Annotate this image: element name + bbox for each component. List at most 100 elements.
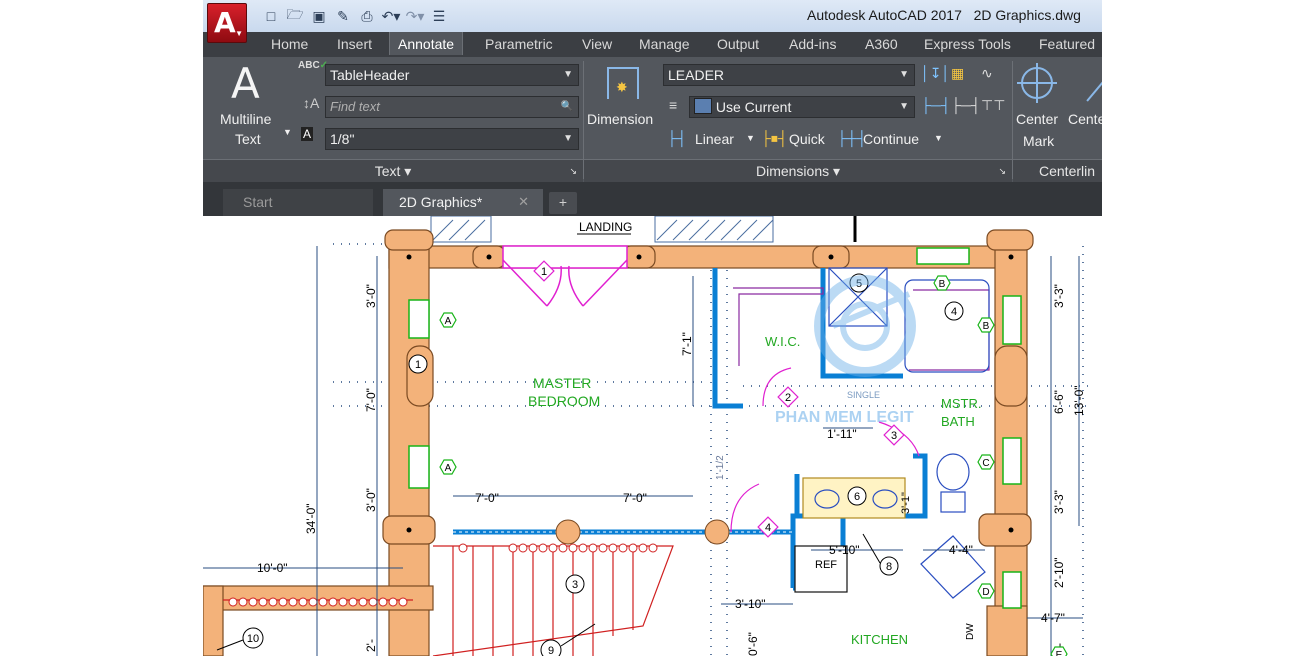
tab-view[interactable]: View xyxy=(582,36,612,52)
find-text-input[interactable]: Find text 🔍 xyxy=(325,96,579,118)
undo-icon[interactable]: ↶▾ xyxy=(381,7,401,25)
tab-home[interactable]: Home xyxy=(271,36,308,52)
save-icon[interactable]: ▣ xyxy=(309,7,329,25)
text-style-dropdown[interactable]: TableHeader ▼ xyxy=(325,64,579,86)
quick-label[interactable]: Quick xyxy=(789,131,825,147)
text-size-icon[interactable]: ↕A xyxy=(303,95,319,111)
tag-circle-1: 1 xyxy=(415,359,421,371)
check-spelling-icon[interactable]: ABC✓ xyxy=(298,60,328,71)
dim-3-0-a: 3'-0" xyxy=(364,284,378,308)
tab-start[interactable]: Start xyxy=(223,189,373,216)
dim-inspect-icon[interactable]: ⊤⊤ xyxy=(981,97,1005,114)
dim-layer-icon[interactable]: ≡ xyxy=(669,97,677,113)
room-landing: LANDING xyxy=(579,220,632,234)
find-replace-icon[interactable]: 🔍 xyxy=(561,97,573,117)
new-icon[interactable]: □ xyxy=(261,7,281,25)
dialog-launcher-icon[interactable]: ↘ xyxy=(569,160,577,182)
text-panel-footer[interactable]: Text ▾ ↘ xyxy=(203,159,583,182)
plus-icon: + xyxy=(558,194,568,210)
centerline-label[interactable]: Cente xyxy=(1068,111,1102,127)
tab-insert[interactable]: Insert xyxy=(337,36,372,52)
dimension-label[interactable]: Dimension xyxy=(587,111,653,127)
plot-icon[interactable]: ⎙ xyxy=(357,7,377,25)
hex-e: E xyxy=(1056,650,1063,656)
tag-1: 1 xyxy=(541,266,547,278)
dim-0-6: 0'-6" xyxy=(746,632,760,656)
dim-tool-icon[interactable]: │↧│ xyxy=(921,65,950,82)
tab-start-label: Start xyxy=(243,194,273,210)
dim-break-icon[interactable]: ▦ xyxy=(951,65,964,82)
dimensions-panel-title: Dimensions xyxy=(755,163,830,179)
tab-add-ins[interactable]: Add-ins xyxy=(789,36,836,52)
tab-featured[interactable]: Featured xyxy=(1039,36,1095,52)
chevron-down-icon: ▼ xyxy=(235,29,243,38)
redo-icon[interactable]: ↷▾ xyxy=(405,7,425,25)
text-height-icon[interactable]: A xyxy=(301,127,314,141)
quick-dim-icon[interactable]: ├⏹┤ xyxy=(761,130,788,147)
tab-express-tools[interactable]: Express Tools xyxy=(924,36,1011,52)
tab-manage[interactable]: Manage xyxy=(639,36,690,52)
centerlines-panel-footer[interactable]: Centerlin xyxy=(1013,159,1102,182)
chevron-down-icon[interactable]: ▼ xyxy=(934,133,943,143)
dim-update-icon[interactable]: ├─┤ xyxy=(951,97,981,113)
wall-post xyxy=(555,519,581,545)
text-height-value: 1/8" xyxy=(330,131,355,147)
continue-label[interactable]: Continue xyxy=(863,131,919,147)
tab-output[interactable]: Output xyxy=(717,36,759,52)
hex-d: D xyxy=(982,587,989,598)
tag-circle-4: 4 xyxy=(951,306,957,318)
close-icon[interactable]: ✕ xyxy=(518,189,529,215)
hex-b-2: B xyxy=(983,321,990,332)
dim-style-dropdown[interactable]: LEADER ▼ xyxy=(663,64,915,86)
chevron-down-icon: ▼ xyxy=(563,69,573,80)
floor-plan[interactable]: LANDING MASTER BEDROOM W.I.C. MSTR. BATH… xyxy=(203,215,1102,656)
customize-qat-icon[interactable]: ☰ xyxy=(429,7,449,25)
dim-10-0: 10'-0" xyxy=(257,561,288,575)
dim-layer-value: Use Current xyxy=(715,99,792,115)
application-menu-button[interactable]: A ▼ xyxy=(207,3,247,43)
room-wic: W.I.C. xyxy=(765,334,800,349)
dim-3-3-b: 3'-3" xyxy=(1052,490,1066,514)
ref-label: REF xyxy=(815,559,837,571)
multiline-text-label-2[interactable]: Text xyxy=(235,131,261,147)
dw-label: DW xyxy=(965,623,976,640)
top-door xyxy=(502,245,628,307)
watermark-text: PHAN MEM LEGIT xyxy=(775,409,914,426)
dim-5-10: 5'-10" xyxy=(829,543,860,557)
dimension-icon[interactable]: ✸ xyxy=(607,67,639,99)
document-tabs: Start 2D Graphics* ✕ + xyxy=(203,182,1102,216)
multiline-text-label-1[interactable]: Multiline xyxy=(220,111,271,127)
dim-space-icon[interactable]: ├─┤ xyxy=(921,97,951,113)
dimensions-panel-footer[interactable]: Dimensions ▾ ↘ xyxy=(584,159,1012,182)
layer-color-swatch xyxy=(694,98,712,114)
save-as-icon[interactable]: ✎ xyxy=(333,7,353,25)
tab-2d-graphics[interactable]: 2D Graphics* ✕ xyxy=(383,189,543,216)
chevron-down-icon[interactable]: ▼ xyxy=(746,133,755,143)
linear-label[interactable]: Linear xyxy=(695,131,734,147)
tab-2d-graphics-label: 2D Graphics* xyxy=(399,194,483,210)
text-height-dropdown[interactable]: 1/8" ▼ xyxy=(325,128,579,150)
room-mstr-2: BATH xyxy=(941,414,975,429)
dim-jog-icon[interactable]: ∿ xyxy=(981,65,993,82)
autocad-window: □ 🗁 ▣ ✎ ⎙ ↶▾ ↷▾ ☰ Autodesk AutoCAD 2017 … xyxy=(203,0,1102,656)
dim-7-1: 7'-1" xyxy=(680,332,694,356)
linear-icon[interactable]: ├┤ xyxy=(667,130,687,146)
open-icon[interactable]: 🗁 xyxy=(285,6,305,25)
tab-a360[interactable]: A360 xyxy=(865,36,898,52)
centerline-icon[interactable] xyxy=(1086,74,1102,102)
dialog-launcher-icon[interactable]: ↘ xyxy=(998,160,1006,182)
tag-9: 9 xyxy=(548,645,554,656)
tab-parametric[interactable]: Parametric xyxy=(485,36,553,52)
multiline-text-icon[interactable]: A xyxy=(231,59,260,108)
center-mark-icon[interactable] xyxy=(1017,63,1057,103)
center-mark-label-1[interactable]: Center xyxy=(1016,111,1058,127)
tab-annotate[interactable]: Annotate xyxy=(389,32,464,55)
ribbon-tabs: Home Insert Annotate Parametric View Man… xyxy=(203,32,1102,57)
app-menu-letter: A xyxy=(214,6,236,39)
chevron-down-icon[interactable]: ▼ xyxy=(283,127,292,137)
center-mark-label-2[interactable]: Mark xyxy=(1023,133,1054,149)
text-panel-title: Text xyxy=(374,163,401,179)
new-tab-button[interactable]: + xyxy=(549,192,577,214)
drawing-canvas[interactable]: LANDING MASTER BEDROOM W.I.C. MSTR. BATH… xyxy=(203,215,1102,656)
dim-layer-dropdown[interactable]: Use Current ▼ xyxy=(689,96,915,118)
